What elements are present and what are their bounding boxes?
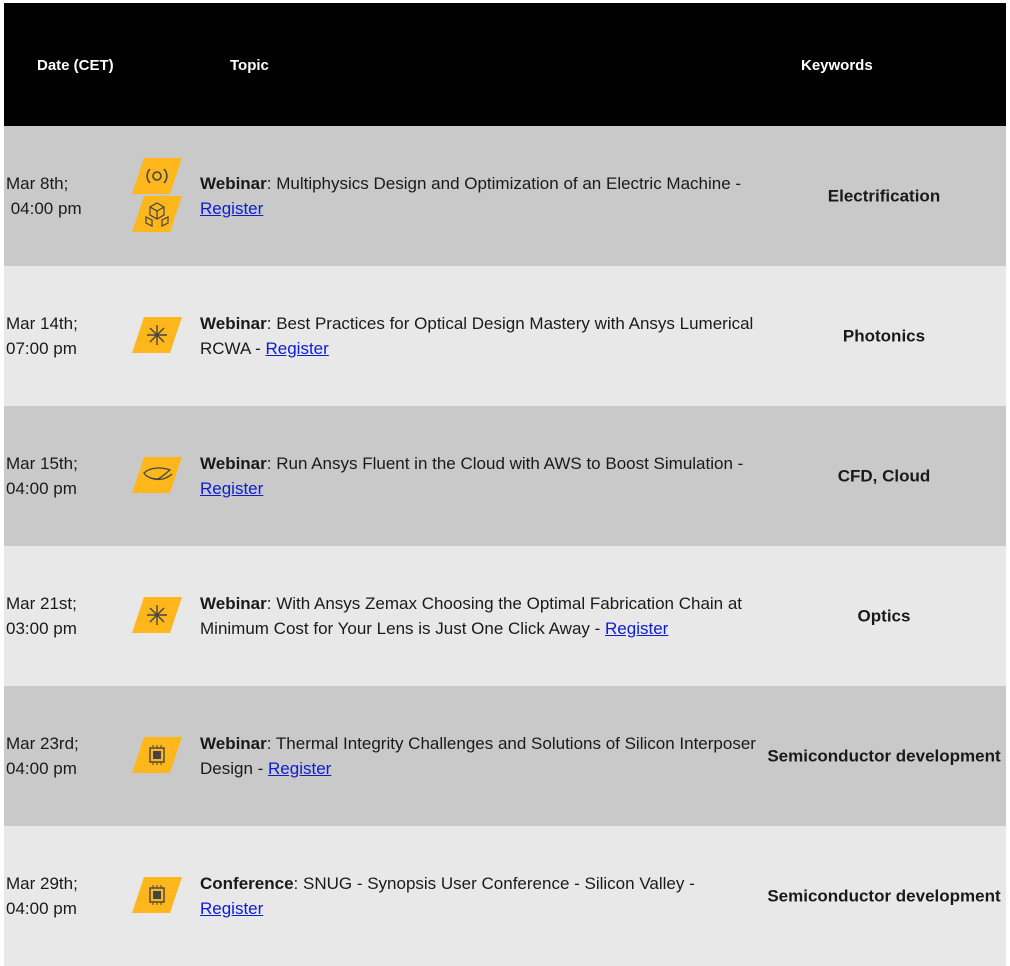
- event-type: Webinar: [200, 594, 267, 613]
- event-type: Webinar: [200, 454, 267, 473]
- time: 03:00 pm: [6, 619, 77, 638]
- event-type: Webinar: [200, 174, 267, 193]
- event-type: Webinar: [200, 314, 267, 333]
- event-title: : Run Ansys Fluent in the Cloud with AWS…: [266, 454, 744, 473]
- icon-column: [132, 597, 184, 635]
- keywords-cell: Electrification: [827, 186, 941, 206]
- event-type: Conference: [200, 874, 294, 893]
- icon-column: [132, 317, 184, 355]
- date: Mar 21st;: [6, 594, 77, 613]
- register-link[interactable]: Register: [268, 759, 331, 778]
- register-link[interactable]: Register: [200, 479, 263, 498]
- date-cell: Mar 23rd; 04:00 pm: [6, 731, 79, 781]
- table-row: Mar 15th; 04:00 pm Webinar: Run Ansys Fl…: [4, 406, 1006, 546]
- topic-cell: Webinar: Thermal Integrity Challenges an…: [200, 731, 760, 781]
- date-cell: Mar 15th; 04:00 pm: [6, 451, 78, 501]
- electromagnetic-icon: [132, 158, 182, 194]
- keywords-cell: Photonics: [842, 326, 926, 346]
- topic-cell: Webinar: Multiphysics Design and Optimiz…: [200, 171, 760, 221]
- event-title: : Multiphysics Design and Optimization o…: [266, 174, 742, 193]
- icon-column: [132, 158, 184, 234]
- date-cell: Mar 21st; 03:00 pm: [6, 591, 77, 641]
- table-header: Date (CET) Topic Keywords: [4, 3, 1006, 126]
- register-link[interactable]: Register: [605, 619, 668, 638]
- topic-cell: Webinar: Best Practices for Optical Desi…: [200, 311, 760, 361]
- date-cell: Mar 29th; 04:00 pm: [6, 871, 78, 921]
- fluids-icon: [132, 457, 182, 493]
- chip-icon: [132, 737, 182, 773]
- time: 04:00 pm: [6, 899, 77, 918]
- register-link[interactable]: Register: [200, 899, 263, 918]
- keywords-cell: Optics: [857, 606, 911, 626]
- header-keywords: Keywords: [801, 57, 873, 74]
- topic-cell: Conference: SNUG - Synopsis User Confere…: [200, 871, 760, 921]
- table-row: Mar 29th; 04:00 pm Conference: SNUG - Sy…: [4, 826, 1006, 966]
- header-date: Date (CET): [37, 57, 114, 74]
- time: 04:00 pm: [6, 479, 77, 498]
- structures-icon: [132, 196, 182, 232]
- icon-column: [132, 877, 184, 915]
- topic-cell: Webinar: Run Ansys Fluent in the Cloud w…: [200, 451, 760, 501]
- icon-column: [132, 737, 184, 775]
- topic-cell: Webinar: With Ansys Zemax Choosing the O…: [200, 591, 760, 641]
- date-cell: Mar 14th; 07:00 pm: [6, 311, 78, 361]
- table-row: Mar 14th; 07:00 pm Webinar: Best Practic…: [4, 266, 1006, 406]
- optics-icon: [132, 317, 182, 353]
- event-type: Webinar: [200, 734, 267, 753]
- keywords-cell: CFD, Cloud: [837, 466, 931, 486]
- time: 04:00 pm: [6, 199, 82, 218]
- date: Mar 23rd;: [6, 734, 79, 753]
- table-row: Mar 8th; 04:00 pm Webinar: Multiphysics …: [4, 126, 1006, 266]
- date: Mar 29th;: [6, 874, 78, 893]
- header-topic: Topic: [230, 57, 269, 74]
- events-table: Date (CET) Topic Keywords Mar 8th; 04:00…: [4, 3, 1006, 966]
- optics-icon: [132, 597, 182, 633]
- keywords-cell: Semiconductor development: [767, 746, 1001, 766]
- event-title: : SNUG - Synopsis User Conference - Sili…: [293, 874, 695, 893]
- table-row: Mar 21st; 03:00 pm Webinar: With Ansys Z…: [4, 546, 1006, 686]
- chip-icon: [132, 877, 182, 913]
- date: Mar 15th;: [6, 454, 78, 473]
- date: Mar 14th;: [6, 314, 78, 333]
- table-row: Mar 23rd; 04:00 pm Webinar: Thermal Inte…: [4, 686, 1006, 826]
- time: 07:00 pm: [6, 339, 77, 358]
- date-cell: Mar 8th; 04:00 pm: [6, 171, 82, 221]
- keywords-cell: Semiconductor development: [767, 886, 1001, 906]
- date: Mar 8th;: [6, 174, 69, 193]
- register-link[interactable]: Register: [200, 199, 263, 218]
- register-link[interactable]: Register: [265, 339, 328, 358]
- icon-column: [132, 457, 184, 495]
- time: 04:00 pm: [6, 759, 77, 778]
